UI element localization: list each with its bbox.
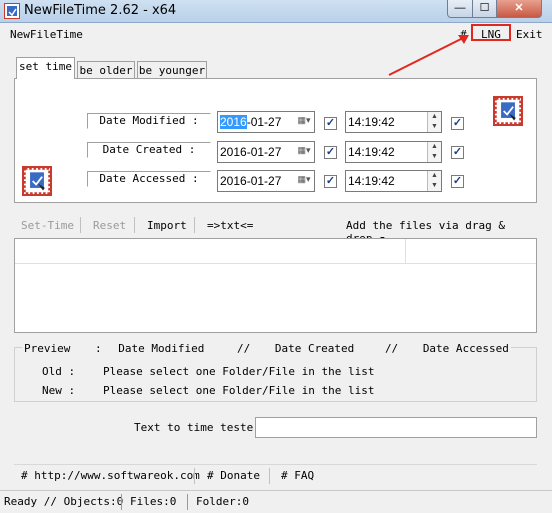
set-time-button[interactable]: Set-Time (21, 219, 74, 232)
date-accessed-label: Date Accessed : (87, 171, 211, 187)
status-bar: Ready // Objects:0 Files:0 Folder:0 (0, 490, 552, 513)
date-accessed-date-checkbox[interactable]: ✓ (324, 175, 337, 188)
toolbar-separator (194, 217, 195, 233)
import-button[interactable]: Import (147, 219, 187, 232)
time-value: 14:19:42 (348, 115, 395, 129)
date-value: 2016-01-27 (220, 145, 282, 159)
date-selected-year: 2016 (220, 115, 247, 129)
status-separator (187, 494, 188, 510)
preview-date-created: Date Created (274, 342, 355, 355)
date-created-label: Date Created : (87, 142, 211, 158)
preview-new-label: New : (42, 384, 76, 397)
link-separator (269, 468, 270, 484)
faq-link[interactable]: # FAQ (281, 469, 314, 482)
preview-new-text: Please select one Folder/File in the lis… (103, 384, 375, 397)
menu-exit[interactable]: Exit (516, 28, 543, 41)
time-spinner[interactable]: ▲ ▼ (427, 112, 441, 132)
column-divider[interactable] (405, 239, 406, 263)
status-ready: Ready // Objects:0 (4, 495, 124, 508)
time-value: 14:19:42 (348, 145, 395, 159)
status-files: Files:0 (130, 495, 177, 508)
date-created-time-checkbox[interactable]: ✓ (451, 146, 464, 159)
date-created-time-field[interactable]: 14:19:42 ▲ ▼ (345, 141, 442, 163)
toolbar-separator (134, 217, 135, 233)
calendar-dropdown-icon[interactable]: ▦▾ (296, 145, 312, 159)
list-header[interactable] (15, 239, 536, 264)
tab-be-older[interactable]: be older (77, 61, 135, 78)
tab-be-younger[interactable]: be younger (137, 61, 207, 78)
date-modified-time-field[interactable]: 14:19:42 ▲ ▼ (345, 111, 442, 133)
calendar-dropdown-icon[interactable]: ▦▾ (296, 115, 312, 129)
preview-colon: : (94, 342, 102, 355)
time-spinner[interactable]: ▲ ▼ (427, 171, 441, 191)
date-value: 2016-01-27 (220, 174, 282, 188)
preview-header: Preview : Date Modified // Date Created … (22, 342, 511, 355)
time-value: 14:19:42 (348, 174, 395, 188)
reset-button[interactable]: Reset (93, 219, 126, 232)
time-spinner[interactable]: ▲ ▼ (427, 142, 441, 162)
website-link[interactable]: # http://www.softwareok.com (21, 469, 200, 482)
app-icon (4, 3, 20, 19)
set-now-icon[interactable] (22, 166, 52, 196)
preview-title: Preview (24, 342, 71, 355)
preview-separator: // (384, 342, 399, 355)
date-created-date-picker[interactable]: 2016-01-27 ▦▾ (217, 141, 315, 163)
annotation-arrow (388, 35, 469, 76)
tester-label: Text to time tester (134, 421, 260, 434)
date-rest: -01-27 (246, 115, 282, 129)
date-accessed-time-checkbox[interactable]: ✓ (451, 175, 464, 188)
txt-button[interactable]: =>txt<= (207, 219, 253, 232)
preview-old-label: Old : (42, 365, 76, 378)
date-accessed-date-picker[interactable]: 2016-01-27 ▦▾ (217, 170, 315, 192)
maximize-button[interactable]: ☐ (472, 0, 497, 18)
toolbar-separator (80, 217, 81, 233)
toolbar: Set-Time Reset Import =>txt<= Add the fi… (14, 215, 537, 245)
window-title: NewFileTime 2.62 - x64 (24, 3, 177, 18)
link-separator (194, 468, 195, 484)
menu-newfiletime[interactable]: NewFileTime (10, 28, 83, 41)
apply-time-icon[interactable] (493, 96, 523, 126)
text-to-time-input[interactable] (255, 417, 537, 438)
date-modified-date-checkbox[interactable]: ✓ (324, 117, 337, 130)
preview-separator: // (236, 342, 251, 355)
title-bar[interactable]: NewFileTime 2.62 - x64 — ☐ ✕ (0, 0, 552, 23)
preview-date-accessed: Date Accessed (422, 342, 509, 355)
preview-old-text: Please select one Folder/File in the lis… (103, 365, 375, 378)
date-accessed-time-field[interactable]: 14:19:42 ▲ ▼ (345, 170, 442, 192)
preview-date-modified: Date Modified (118, 342, 205, 355)
calendar-dropdown-icon[interactable]: ▦▾ (296, 174, 312, 188)
status-separator (121, 494, 122, 510)
tab-set-time[interactable]: set time (16, 57, 75, 79)
date-modified-date-picker[interactable]: 2016-01-27 ▦▾ (217, 111, 315, 133)
lng-highlight-box (471, 24, 511, 41)
donate-link[interactable]: # Donate (207, 469, 260, 482)
file-list[interactable] (14, 238, 537, 333)
date-created-date-checkbox[interactable]: ✓ (324, 146, 337, 159)
close-button[interactable]: ✕ (496, 0, 542, 18)
links-bar: # http://www.softwareok.com # Donate # F… (14, 464, 537, 485)
date-modified-label: Date Modified : (87, 113, 211, 129)
date-modified-time-checkbox[interactable]: ✓ (451, 117, 464, 130)
minimize-button[interactable]: — (447, 0, 473, 18)
status-folder: Folder:0 (196, 495, 249, 508)
